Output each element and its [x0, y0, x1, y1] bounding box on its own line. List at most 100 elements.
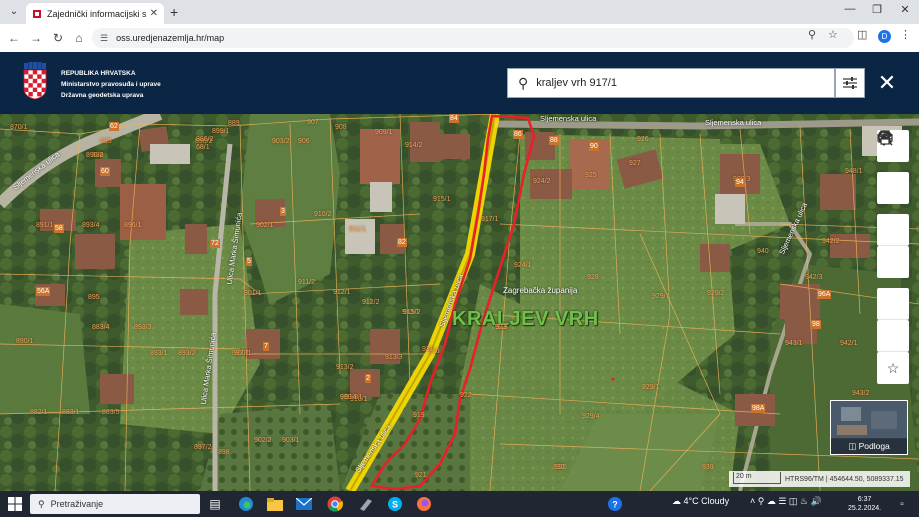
parcel-label: 942/3: [805, 274, 823, 281]
parcel-label: 912/2: [362, 299, 380, 306]
cloud-icon: ☁: [672, 496, 684, 506]
search-location-icon[interactable]: [877, 131, 909, 246]
street-label: Sljemenska ulica: [705, 118, 762, 127]
parcel-label: 943/2: [852, 390, 870, 397]
weather-widget[interactable]: ☁ 4°C Cloudy: [672, 496, 729, 507]
clock-time: 6:37: [857, 496, 872, 503]
system-tray-icons[interactable]: ˄ ⚲ ☁ ☰ ◫ ♨ 🔊: [750, 496, 822, 507]
cadastral-map[interactable]: Sljemenska ulica Sljemenska ulica Sljeme…: [0, 114, 919, 491]
forward-icon[interactable]: →: [28, 30, 44, 46]
help-icon[interactable]: ?: [606, 495, 624, 513]
side-panel-icon[interactable]: ◫: [857, 28, 867, 41]
file-explorer-icon[interactable]: [266, 495, 284, 513]
parcel-label: 917/1: [481, 216, 499, 223]
house-number: 7: [263, 342, 269, 351]
browser-toolbar: ← → ↻ ⌂ ☰ oss.uredjenazemlja.hr/map ⚲ ☆ …: [0, 24, 919, 52]
parcel-label: 900/1: [234, 350, 252, 357]
parcel-label: 921: [415, 472, 427, 479]
browser-tab[interactable]: Zajednički informacijski sustav ze ✕: [26, 3, 164, 24]
house-number: 86: [513, 130, 523, 139]
filter-button[interactable]: [835, 68, 865, 98]
coordinates-readout: HTRS96/TM | 454644.50, 5089337.15: [785, 475, 904, 483]
org-line-1: REPUBLIKA HRVATSKA: [61, 70, 136, 77]
svg-text:?: ?: [612, 500, 618, 510]
location-icon[interactable]: ⚲: [808, 28, 816, 41]
parcel-label: 948/1: [845, 168, 863, 175]
parcel-label: 939: [702, 464, 714, 471]
edge-icon[interactable]: [237, 495, 255, 513]
parcel-label: 906: [298, 138, 310, 145]
back-icon[interactable]: ←: [6, 30, 22, 46]
maximize-button[interactable]: ❐: [862, 3, 892, 16]
parcel-label: 929/7: [652, 293, 670, 300]
notifications-icon[interactable]: ▫: [893, 495, 911, 513]
star-icon[interactable]: ☆: [877, 352, 909, 384]
home-icon[interactable]: ⌂: [71, 30, 87, 46]
close-icon[interactable]: ✕: [874, 70, 900, 96]
parcel-label: 893/3: [134, 324, 152, 331]
layers-icon[interactable]: [877, 130, 909, 204]
url-text: oss.uredjenazemlja.hr/map: [116, 33, 225, 43]
skype-icon[interactable]: S: [386, 495, 404, 513]
parcel-label: 914/2: [405, 142, 423, 149]
task-view-icon[interactable]: ▤: [206, 495, 224, 513]
house-number: 88: [549, 136, 559, 145]
taskbar-clock[interactable]: 6:37 25.2.2024.: [848, 495, 881, 513]
windows-start-icon[interactable]: [8, 497, 22, 511]
minimize-button[interactable]: —: [835, 3, 865, 15]
parcel-label: 897/2: [194, 444, 212, 451]
tab-search-icon[interactable]: ⌄: [6, 4, 22, 20]
shapes-icon[interactable]: [877, 130, 909, 320]
tab-close-icon[interactable]: ✕: [150, 8, 158, 19]
house-number: 72: [210, 239, 220, 248]
taskbar-search-text: Pretraživanje: [50, 499, 104, 509]
parcel-label: 926: [637, 136, 649, 143]
mail-icon[interactable]: [295, 495, 313, 513]
bookmark-star-icon[interactable]: ☆: [828, 28, 838, 41]
house-number: 96A: [817, 290, 832, 299]
parcel-label: 902/2: [254, 437, 272, 444]
parcel-label: 896/1: [124, 222, 142, 229]
parcel-label: 912/1: [333, 289, 351, 296]
parcel-label: 893/1: [150, 350, 168, 357]
parcel-label: 899/1: [212, 128, 230, 135]
parcel-label: 924/1: [514, 262, 532, 269]
parcel-label: 891/1: [36, 222, 54, 229]
parcel-search-box[interactable]: ⚲: [507, 68, 835, 98]
parcel-label: 929/1: [642, 384, 660, 391]
browser-menu-icon[interactable]: ⋮: [900, 28, 911, 41]
taskbar-search[interactable]: ⚲ Pretraživanje: [30, 494, 200, 514]
parcel-label: 68/1: [196, 144, 210, 151]
address-bar[interactable]: ☰ oss.uredjenazemlja.hr/map: [92, 28, 854, 48]
parcel-label: 883/5: [102, 409, 120, 416]
site-info-icon[interactable]: ☰: [100, 33, 108, 44]
settlement-label: KRALJEV VRH: [452, 308, 599, 330]
printer-icon[interactable]: [877, 130, 909, 352]
house-number: 82: [397, 238, 407, 247]
parcel-label: 930: [553, 464, 565, 471]
new-tab-button[interactable]: +: [170, 4, 178, 20]
parcel-label: 902/1: [256, 222, 274, 229]
parcel-label: 908: [335, 124, 347, 131]
parcel-label: 893/4: [82, 222, 100, 229]
ruler-icon[interactable]: [877, 130, 909, 278]
basemap-switcher[interactable]: ◫ Podloga: [830, 400, 908, 455]
chrome-icon[interactable]: [326, 495, 344, 513]
reload-icon[interactable]: ↻: [50, 30, 66, 46]
app-header: REPUBLIKA HRVATSKA Ministarstvo pravosuđ…: [0, 52, 919, 114]
parcel-label: 929/4: [582, 413, 600, 420]
search-input[interactable]: [536, 77, 817, 89]
parcel-label: 870/1: [10, 124, 28, 131]
parcel-label: 915/1: [433, 196, 451, 203]
app-icon[interactable]: [357, 495, 375, 513]
parcel-label: 927: [629, 160, 641, 167]
org-line-3: Državna geodetska uprava: [61, 92, 144, 99]
window-close-button[interactable]: ✕: [890, 3, 919, 16]
profile-avatar[interactable]: D: [878, 30, 891, 43]
parcel-label: 913/3: [385, 354, 403, 361]
parcel-label: 913/2: [336, 364, 354, 371]
house-number: 58: [54, 224, 64, 233]
house-number: 5: [246, 257, 252, 266]
parcel-label: 915/2: [403, 309, 421, 316]
firefox-icon[interactable]: [415, 495, 433, 513]
